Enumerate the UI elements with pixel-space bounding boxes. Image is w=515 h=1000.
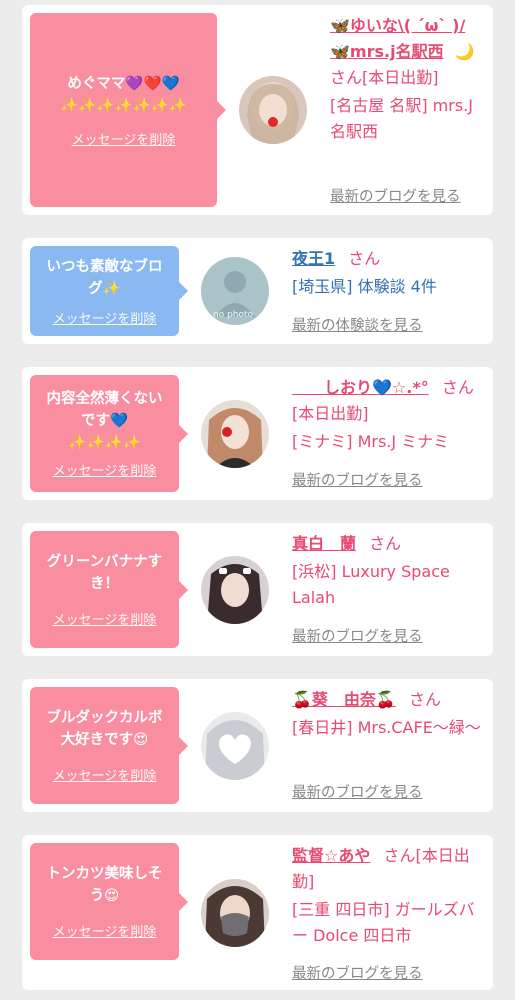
- message-card: グリーンバナナす き！ メッセージを削除 真白 蘭 さん [浜松] Luxury…: [22, 523, 493, 656]
- sender-region: [埼玉県] 体験談 4件: [292, 277, 437, 296]
- avatar[interactable]: no photo: [201, 257, 269, 325]
- delete-message-link[interactable]: メッセージを削除: [53, 460, 157, 479]
- sender-info: 真白 蘭 さん [浜松] Luxury Space Lalah: [292, 531, 487, 611]
- avatar[interactable]: [201, 879, 269, 947]
- message-text: グリーンバナナす き！: [46, 554, 163, 592]
- delete-message-link[interactable]: メッセージを削除: [53, 308, 157, 327]
- avatar-photo: [201, 712, 269, 780]
- sender-name-link[interactable]: 夜王1: [292, 249, 335, 268]
- latest-blog-link[interactable]: 最新のブログを見る: [330, 185, 461, 206]
- message-text: トンカツ美味しそ う😍: [46, 866, 163, 904]
- sender-info: 夜王1 さん [埼玉県] 体験談 4件: [292, 246, 487, 300]
- sender-name-link[interactable]: 🦋ゆいな\( ´ω` )/🦋mrs.j名駅西: [330, 16, 465, 61]
- avatar-photo: [201, 400, 269, 468]
- message-card: 内容全然薄くない です💙 ✨✨✨✨ メッセージを削除 しおり💙☆.*° さん[本…: [22, 367, 493, 500]
- message-bubble: グリーンバナナす き！ メッセージを削除: [30, 531, 188, 648]
- latest-blog-link[interactable]: 最新のブログを見る: [292, 962, 423, 983]
- sender-shop: [名古屋 名駅] mrs.J 名駅西: [330, 96, 473, 141]
- sender-shop: [三重 四日市] ガールズバー Dolce 四日市: [292, 900, 475, 945]
- message-card: めぐママ💜❤️💙 ✨✨✨✨✨✨✨ メッセージを削除 🦋ゆいな\( ´ω` )/🦋…: [22, 5, 493, 215]
- sender-status: さん: [369, 534, 402, 553]
- delete-message-link[interactable]: メッセージを削除: [53, 765, 157, 784]
- message-card: ブルダックカルボ 大好きです😍 メッセージを削除 🍒葵 由奈🍒 さん [春日井]…: [22, 679, 493, 812]
- sender-shop: [浜松] Luxury Space Lalah: [292, 562, 450, 607]
- delete-message-link[interactable]: メッセージを削除: [53, 921, 157, 940]
- avatar-photo: [239, 76, 307, 144]
- message-text: ブルダックカルボ 大好きです😍: [46, 710, 163, 748]
- message-bubble: いつも素敵なブロ グ✨ メッセージを削除: [30, 246, 188, 336]
- message-bubble: めぐママ💜❤️💙 ✨✨✨✨✨✨✨ メッセージを削除: [30, 13, 226, 207]
- message-card: トンカツ美味しそ う😍 メッセージを削除 監督☆あや さん[本日出勤] [三重 …: [22, 835, 493, 990]
- sender-shop: [ミナミ] Mrs.J ミナミ: [292, 432, 450, 451]
- latest-blog-link[interactable]: 最新のブログを見る: [292, 469, 423, 490]
- svg-text:no photo: no photo: [213, 310, 254, 320]
- avatar-photo: [201, 879, 269, 947]
- message-text: めぐママ💜❤️💙 ✨✨✨✨✨✨✨: [60, 75, 187, 114]
- sender-shop: [春日井] Mrs.CAFE〜緑〜: [292, 718, 481, 737]
- sender-status: さん: [408, 690, 441, 709]
- message-bubble: ブルダックカルボ 大好きです😍 メッセージを削除: [30, 687, 188, 804]
- sender-name-link[interactable]: 真白 蘭: [292, 534, 356, 553]
- avatar[interactable]: [201, 400, 269, 468]
- sender-name-link[interactable]: 🍒葵 由奈🍒: [292, 690, 396, 709]
- sender-status: さん: [348, 249, 381, 268]
- delete-message-link[interactable]: メッセージを削除: [53, 609, 157, 628]
- sender-info: 🍒葵 由奈🍒 さん [春日井] Mrs.CAFE〜緑〜: [292, 687, 487, 741]
- avatar[interactable]: [201, 712, 269, 780]
- sender-info: 監督☆あや さん[本日出勤] [三重 四日市] ガールズバー Dolce 四日市: [292, 843, 487, 949]
- message-card: いつも素敵なブロ グ✨ メッセージを削除 no photo 夜王1 さん [埼玉…: [22, 238, 493, 344]
- sender-info: 🦋ゆいな\( ´ω` )/🦋mrs.j名駅西 🌙 さん[本日出勤] [名古屋 名…: [330, 13, 485, 145]
- message-text: いつも素敵なブロ グ✨: [46, 258, 163, 297]
- avatar[interactable]: [239, 76, 307, 144]
- sender-name-link[interactable]: しおり💙☆.*°: [292, 378, 429, 397]
- message-text: 内容全然薄くない です💙 ✨✨✨✨: [46, 391, 163, 451]
- latest-review-link[interactable]: 最新の体験談を見る: [292, 314, 423, 335]
- message-bubble: 内容全然薄くない です💙 ✨✨✨✨ メッセージを削除: [30, 375, 188, 492]
- avatar[interactable]: [201, 556, 269, 624]
- delete-message-link[interactable]: メッセージを削除: [72, 129, 176, 148]
- sender-info: しおり💙☆.*° さん[本日出勤] [ミナミ] Mrs.J ミナミ: [292, 375, 487, 455]
- latest-blog-link[interactable]: 最新のブログを見る: [292, 625, 423, 646]
- message-bubble: トンカツ美味しそ う😍 メッセージを削除: [30, 843, 188, 960]
- no-photo-icon: no photo: [201, 257, 269, 325]
- latest-blog-link[interactable]: 最新のブログを見る: [292, 781, 423, 802]
- avatar-photo: [201, 556, 269, 624]
- sender-name-link[interactable]: 監督☆あや: [292, 846, 370, 865]
